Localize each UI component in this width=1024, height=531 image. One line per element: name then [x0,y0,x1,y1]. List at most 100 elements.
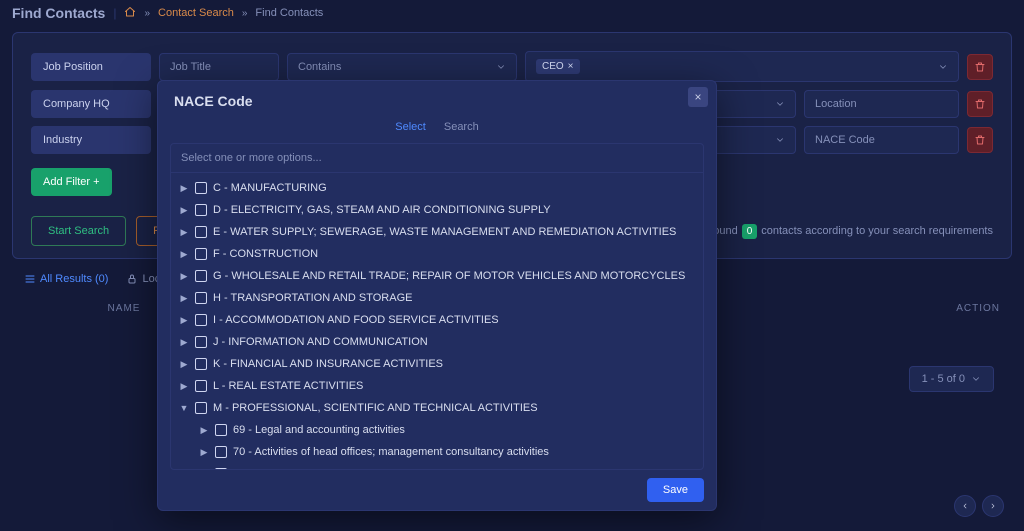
nace-input[interactable]: NACE Code [804,126,959,154]
operator-value: Contains [298,61,341,73]
operator-select[interactable]: Contains [287,53,517,81]
caret-right-icon[interactable]: ▶ [179,223,189,241]
checkbox[interactable] [195,292,207,304]
col-action: ACTION [956,303,1000,314]
chevron-down-icon [775,99,785,109]
results-post: contacts according to your search requir… [761,225,993,237]
add-filter-button[interactable]: Add Filter + [31,168,112,196]
chevron-icon: » [144,8,150,19]
caret-right-icon[interactable]: ▶ [179,267,189,285]
delete-filter-button[interactable] [967,54,993,80]
checkbox[interactable] [195,182,207,194]
tree-label: K - FINANCIAL AND INSURANCE ACTIVITIES [213,355,443,373]
modal-title: NACE Code [158,81,716,117]
tag[interactable]: CEO × [536,59,580,74]
chevron-down-icon [775,135,785,145]
modal-tabs: Select Search [158,117,716,143]
chevron-icon: » [242,8,248,19]
caret-right-icon[interactable]: ▶ [179,179,189,197]
pager [954,495,1004,517]
start-search-button[interactable]: Start Search [31,216,126,246]
checkbox[interactable] [215,468,227,469]
delete-filter-button[interactable] [967,91,993,117]
checkbox[interactable] [195,358,207,370]
caret-down-icon[interactable]: ▼ [179,399,189,417]
filter-label: Job Title [159,53,279,81]
checkbox[interactable] [215,446,227,458]
tree-label: F - CONSTRUCTION [213,245,318,263]
save-button[interactable]: Save [647,478,704,502]
filter-row: Job Position Job Title Contains CEO × [31,51,993,82]
tree-node[interactable]: ▶ J - INFORMATION AND COMMUNICATION [177,331,697,353]
chevron-down-icon [938,62,948,72]
tree-node[interactable]: ▶ F - CONSTRUCTION [177,243,697,265]
checkbox[interactable] [195,204,207,216]
value-select[interactable]: CEO × [525,51,959,82]
filter-chip: Job Position [31,53,151,81]
tab-label: All Results (0) [40,273,108,285]
checkbox[interactable] [195,380,207,392]
tree-label: L - REAL ESTATE ACTIVITIES [213,377,363,395]
checkbox[interactable] [195,248,207,260]
home-icon[interactable] [124,6,136,21]
delete-filter-button[interactable] [967,127,993,153]
modal-tab-select[interactable]: Select [395,121,426,133]
page-summary[interactable]: 1 - 5 of 0 [909,366,994,392]
tag-remove-icon[interactable]: × [568,61,574,72]
caret-right-icon[interactable]: ▶ [179,289,189,307]
tree-node[interactable]: ▼ M - PROFESSIONAL, SCIENTIFIC AND TECHNI… [177,397,697,419]
location-input[interactable]: Location [804,90,959,118]
checkbox[interactable] [195,314,207,326]
tree-label: 70 - Activities of head offices; managem… [233,443,549,461]
caret-right-icon[interactable]: ▶ [179,245,189,263]
tree-node-child[interactable]: ▶69 - Legal and accounting activities [177,419,697,441]
caret-right-icon[interactable]: ▶ [199,443,209,461]
tree-label: J - INFORMATION AND COMMUNICATION [213,333,428,351]
caret-right-icon[interactable]: ▶ [199,421,209,439]
list-icon [24,273,36,285]
checkbox[interactable] [195,336,207,348]
modal-body: Select one or more options... ▶C - MANUF… [170,143,704,470]
tree-node[interactable]: ▶H - TRANSPORTATION AND STORAGE [177,287,697,309]
caret-right-icon[interactable]: ▶ [179,377,189,395]
tree-node-child[interactable]: ▶ 71 - Architectural and engineering acti… [177,463,697,469]
tree-label: M - PROFESSIONAL, SCIENTIFIC AND TECHNIC… [213,399,538,417]
tree-node[interactable]: ▶ I - ACCOMMODATION AND FOOD SERVICE ACTI… [177,309,697,331]
checkbox[interactable] [215,424,227,436]
caret-right-icon[interactable]: ▶ [179,201,189,219]
value-tags: CEO × [536,59,586,74]
caret-right-icon[interactable]: ▶ [179,333,189,351]
crumb-contact-search[interactable]: Contact Search [158,7,234,19]
modal-footer: Save [158,470,716,510]
tree-label: I - ACCOMMODATION AND FOOD SERVICE ACTIV… [213,311,499,329]
checkbox[interactable] [195,402,207,414]
tree-node-child[interactable]: ▶ 70 - Activities of head offices; manage… [177,441,697,463]
caret-right-icon[interactable]: ▶ [199,465,209,469]
tag-label: CEO [542,61,564,72]
nace-tree[interactable]: ▶C - MANUFACTURING▶D - ELECTRICITY, GAS,… [171,173,703,469]
tree-node[interactable]: ▶C - MANUFACTURING [177,177,697,199]
caret-right-icon[interactable]: ▶ [179,355,189,373]
next-page-button[interactable] [982,495,1004,517]
prev-page-button[interactable] [954,495,976,517]
tree-label: G - WHOLESALE AND RETAIL TRADE; REPAIR O… [213,267,685,285]
chevron-down-icon [971,374,981,384]
caret-right-icon[interactable]: ▶ [179,311,189,329]
checkbox[interactable] [195,270,207,282]
divider: | [113,6,116,20]
chevron-down-icon [496,62,506,72]
tree-node[interactable]: ▶ K - FINANCIAL AND INSURANCE ACTIVITIES [177,353,697,375]
close-button[interactable]: × [688,87,708,107]
checkbox[interactable] [195,226,207,238]
tab-all-results[interactable]: All Results (0) [24,273,108,285]
tree-node[interactable]: ▶ D - ELECTRICITY, GAS, STEAM AND AIR CON… [177,199,697,221]
tree-label: D - ELECTRICITY, GAS, STEAM AND AIR COND… [213,201,551,219]
page-title: Find Contacts [12,5,105,21]
tree-label: 71 - Architectural and engineering activ… [233,465,592,469]
tree-node[interactable]: ▶ L - REAL ESTATE ACTIVITIES [177,375,697,397]
tree-node[interactable]: ▶ G - WHOLESALE AND RETAIL TRADE; REPAIR … [177,265,697,287]
tree-label: E - WATER SUPPLY; SEWERAGE, WASTE MANAGE… [213,223,676,241]
modal-tab-search[interactable]: Search [444,121,479,133]
tree-node[interactable]: ▶ E - WATER SUPPLY; SEWERAGE, WASTE MANAG… [177,221,697,243]
tab-locked[interactable]: Loc [126,273,160,285]
